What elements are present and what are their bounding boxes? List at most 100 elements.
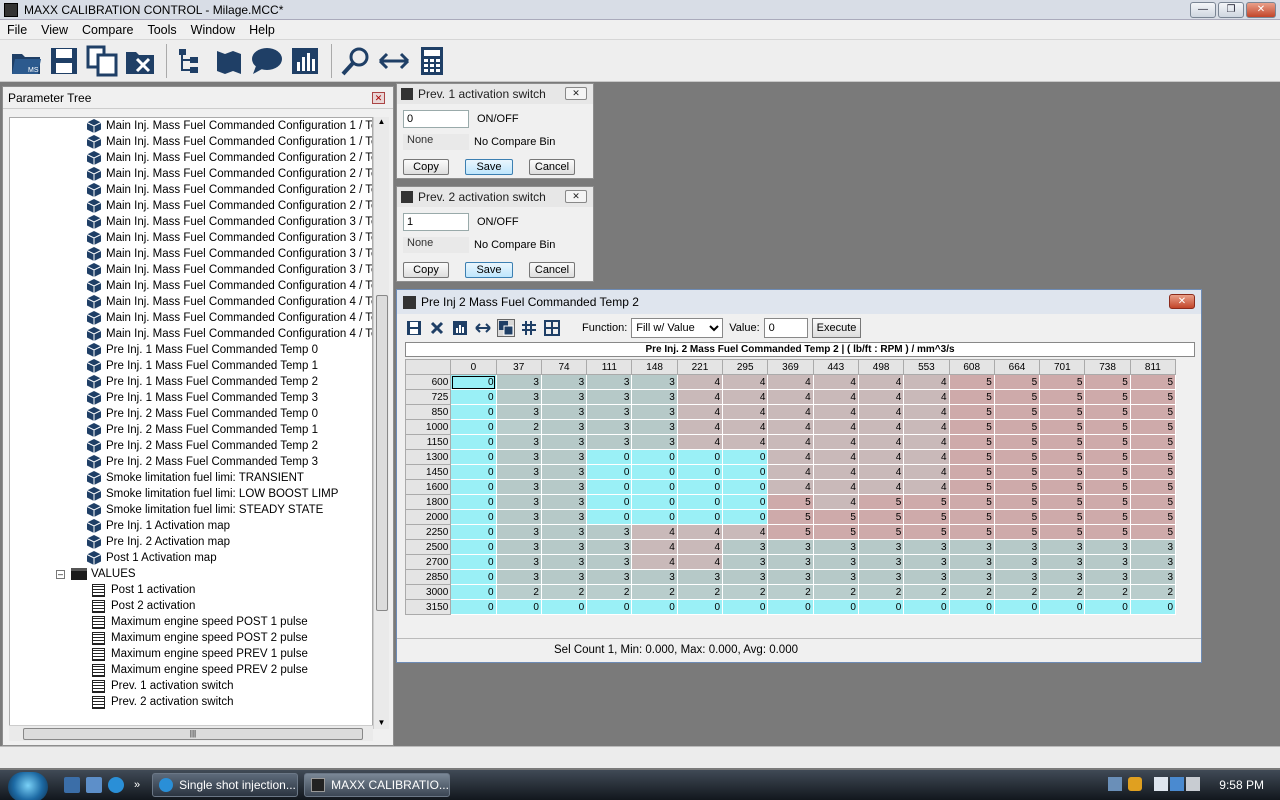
tree-item[interactable]: Pre Inj. 1 Mass Fuel Commanded Temp 3 xyxy=(86,390,372,406)
row-header[interactable]: 2700 xyxy=(404,554,452,570)
table-cell[interactable]: 5 xyxy=(1084,389,1131,405)
column-header[interactable]: 37 xyxy=(495,359,542,375)
tree-item[interactable]: Pre Inj. 2 Mass Fuel Commanded Temp 2 xyxy=(86,438,372,454)
table-cell[interactable]: 2 xyxy=(857,584,905,600)
tree-item[interactable]: Main Inj. Mass Fuel Commanded Configurat… xyxy=(86,134,372,150)
table-cell[interactable]: 3 xyxy=(495,374,542,390)
tree-item[interactable]: Main Inj. Mass Fuel Commanded Configurat… xyxy=(86,310,372,326)
table-cell[interactable]: 0 xyxy=(450,599,497,615)
row-header[interactable]: 850 xyxy=(404,404,452,420)
table-cell[interactable]: 2 xyxy=(767,584,814,600)
row-header[interactable]: 1300 xyxy=(404,449,452,465)
table-cell[interactable]: 3 xyxy=(586,404,633,420)
table-cell[interactable]: 5 xyxy=(812,509,859,525)
prev1-close-button[interactable]: ✕ xyxy=(565,87,587,100)
maximize-button[interactable]: ❐ xyxy=(1218,2,1244,18)
table-cell[interactable]: 2 xyxy=(676,584,724,600)
table-cell[interactable]: 5 xyxy=(1039,449,1086,465)
internet-explorer-icon[interactable] xyxy=(108,777,124,793)
table-cell[interactable]: 3 xyxy=(586,539,633,555)
connection-tray-icon[interactable] xyxy=(1170,777,1184,791)
table-cell[interactable]: 0 xyxy=(631,449,678,465)
table-cell[interactable]: 4 xyxy=(676,419,724,435)
table-cell[interactable]: 5 xyxy=(1084,509,1131,525)
prev2-cancel-button[interactable]: Cancel xyxy=(529,262,575,278)
prev2-save-button[interactable]: Save xyxy=(465,262,513,278)
menu-window[interactable]: Window xyxy=(184,23,242,37)
table-cell[interactable]: 5 xyxy=(1084,374,1131,390)
table-cell[interactable]: 3 xyxy=(495,404,542,420)
table-cell[interactable]: 3 xyxy=(948,539,995,555)
table-cell[interactable]: 3 xyxy=(495,479,542,495)
prev1-value-input[interactable] xyxy=(403,110,469,128)
table-cell[interactable]: 4 xyxy=(857,449,905,465)
column-header[interactable]: 701 xyxy=(1039,359,1086,375)
table-cell[interactable]: 3 xyxy=(586,554,633,570)
table-cell[interactable]: 5 xyxy=(1084,479,1131,495)
save-icon[interactable] xyxy=(46,43,82,79)
tree-item[interactable]: Main Inj. Mass Fuel Commanded Configurat… xyxy=(86,150,372,166)
table-cell[interactable]: 3 xyxy=(722,554,769,570)
table-cell[interactable]: 2 xyxy=(540,584,588,600)
column-header[interactable]: 369 xyxy=(767,359,814,375)
table-cell[interactable]: 2 xyxy=(1129,584,1177,600)
table-cell[interactable]: 4 xyxy=(903,389,950,405)
table-cell[interactable]: 4 xyxy=(812,464,859,480)
tree-folder-values[interactable]: – VALUES xyxy=(10,566,372,582)
menu-tools[interactable]: Tools xyxy=(140,23,183,37)
table-cell[interactable]: 4 xyxy=(767,389,814,405)
table-cell[interactable]: 0 xyxy=(450,479,497,495)
calculator-icon[interactable] xyxy=(414,43,450,79)
table-cell[interactable]: 4 xyxy=(676,374,724,390)
table-cell[interactable]: 4 xyxy=(857,419,905,435)
table-cell[interactable]: 4 xyxy=(631,539,678,555)
table-cell[interactable]: 4 xyxy=(722,404,769,420)
table-cell[interactable]: 0 xyxy=(767,599,814,615)
table-cell[interactable]: 4 xyxy=(631,524,678,540)
table-cell[interactable]: 0 xyxy=(450,524,497,540)
table-cell[interactable]: 4 xyxy=(812,434,859,450)
table-cell[interactable]: 4 xyxy=(903,404,950,420)
table-cell[interactable]: 4 xyxy=(767,464,814,480)
table-cell[interactable]: 2 xyxy=(948,584,995,600)
table-cell[interactable]: 0 xyxy=(993,599,1041,615)
device-tray-icon[interactable] xyxy=(1154,777,1168,791)
table-cell[interactable]: 4 xyxy=(722,419,769,435)
tree-value-item[interactable]: Post 2 activation xyxy=(92,598,372,614)
table-cell[interactable]: 3 xyxy=(767,539,814,555)
table-cell[interactable]: 4 xyxy=(767,419,814,435)
tree-item[interactable]: Pre Inj. 2 Activation map xyxy=(86,534,372,550)
table-cell[interactable]: 5 xyxy=(903,509,950,525)
tree-item[interactable]: Post 1 Activation map xyxy=(86,550,372,566)
table-cell[interactable]: 0 xyxy=(450,494,497,510)
column-header[interactable]: 443 xyxy=(812,359,859,375)
table-cell[interactable]: 3 xyxy=(586,434,633,450)
table-cell[interactable]: 0 xyxy=(722,494,769,510)
chart-icon[interactable] xyxy=(451,319,469,337)
table-cell[interactable]: 0 xyxy=(586,509,633,525)
table-cell[interactable]: 0 xyxy=(450,389,497,405)
table-cell[interactable]: 0 xyxy=(722,449,769,465)
table-cell[interactable]: 2 xyxy=(586,584,633,600)
close-file-icon[interactable] xyxy=(122,43,158,79)
table-cell[interactable]: 3 xyxy=(631,389,678,405)
table-close-button[interactable]: ✕ xyxy=(1169,294,1195,309)
table-cell[interactable]: 3 xyxy=(540,464,588,480)
table-cell[interactable]: 5 xyxy=(903,494,950,510)
table-cell[interactable]: 5 xyxy=(1129,419,1177,435)
table-cell[interactable]: 5 xyxy=(993,389,1041,405)
table-cell[interactable]: 3 xyxy=(631,434,678,450)
column-header[interactable]: 553 xyxy=(903,359,950,375)
execute-button[interactable]: Execute xyxy=(811,318,862,338)
column-header[interactable]: 608 xyxy=(948,359,995,375)
table-cell[interactable]: 0 xyxy=(450,509,497,525)
table-cell[interactable]: 0 xyxy=(450,539,497,555)
table-cell[interactable]: 0 xyxy=(948,599,995,615)
tree-value-item[interactable]: Prev. 1 activation switch xyxy=(92,678,372,694)
table-cell[interactable]: 0 xyxy=(450,464,497,480)
table-cell[interactable]: 2 xyxy=(1039,584,1086,600)
table-cell[interactable]: 4 xyxy=(857,464,905,480)
table-cell[interactable]: 3 xyxy=(540,434,588,450)
speech-icon[interactable] xyxy=(249,43,285,79)
table-cell[interactable]: 3 xyxy=(540,419,588,435)
